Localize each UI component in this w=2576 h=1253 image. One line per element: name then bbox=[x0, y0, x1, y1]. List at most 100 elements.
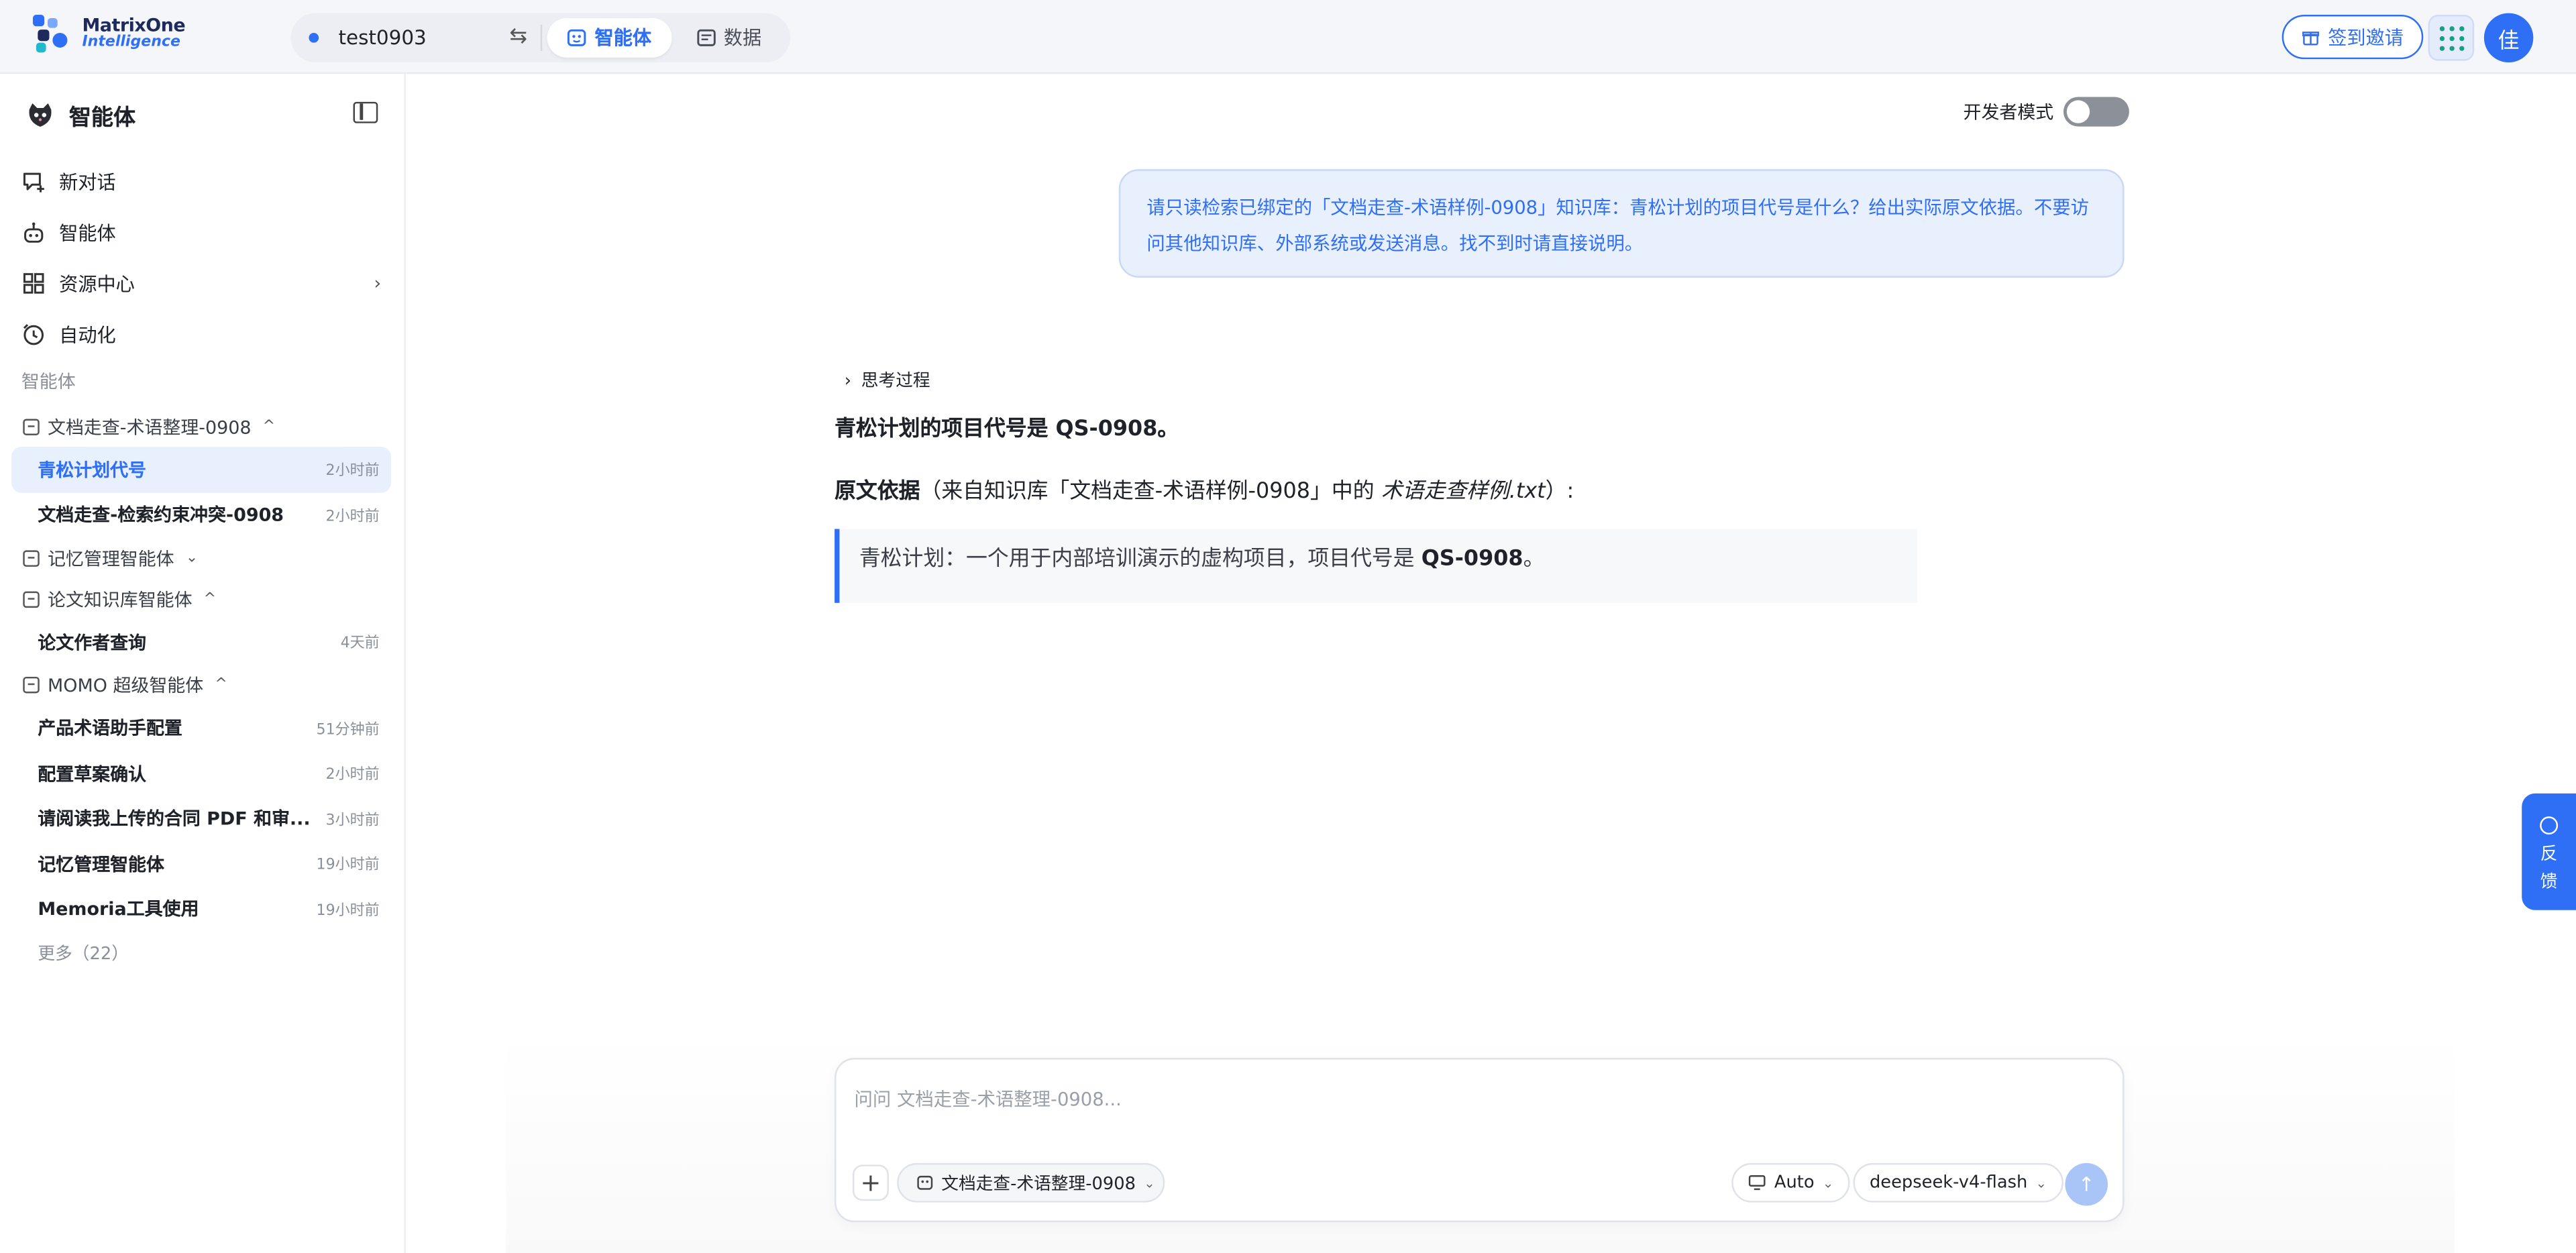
app-canvas: MatrixOne Intelligence test0903 ⇆ 智能体 数据… bbox=[0, 0, 2576, 1253]
list-item[interactable]: 记忆管理智能体 19小时前 bbox=[11, 841, 391, 886]
developer-mode: 开发者模式 bbox=[1963, 97, 2129, 127]
agent-group-label: 论文知识库智能体 bbox=[48, 588, 193, 610]
list-item[interactable]: 配置草案确认 2小时前 bbox=[11, 751, 391, 796]
agent-group-label: 记忆管理智能体 bbox=[48, 547, 174, 569]
chevron-down-icon: ⌄ bbox=[1822, 1175, 1834, 1191]
agent-group-label: 文档走查-术语整理-0908 bbox=[48, 416, 252, 438]
agent-selector[interactable]: 文档走查-术语整理-0908 ⌄ bbox=[897, 1162, 1165, 1203]
developer-mode-toggle[interactable] bbox=[2063, 97, 2129, 127]
tab-data[interactable]: 数据 bbox=[676, 18, 782, 58]
invite-button[interactable]: 签到邀请 bbox=[2282, 15, 2424, 60]
new-chat-icon bbox=[23, 172, 44, 193]
chat-title: 产品术语助手配置 bbox=[38, 718, 182, 740]
model-label: deepseek-v4-flash bbox=[1869, 1173, 2028, 1193]
sidebar-item-label: 新对话 bbox=[59, 170, 116, 193]
sidebar-item-new-chat[interactable]: 新对话 bbox=[21, 156, 391, 207]
chat-time: 19小时前 bbox=[316, 903, 380, 920]
chat-title: Memoria工具使用 bbox=[38, 899, 199, 921]
cat-logo-icon bbox=[25, 99, 56, 131]
chevron-up-icon: ^ bbox=[203, 590, 217, 607]
agent-group-label: MOMO 超级智能体 bbox=[48, 675, 204, 697]
send-button[interactable]: ↑ bbox=[2065, 1162, 2108, 1206]
arrow-up-icon: ↑ bbox=[2078, 1173, 2095, 1196]
clock-icon bbox=[23, 324, 44, 345]
avatar[interactable]: 佳 bbox=[2483, 13, 2534, 63]
mode-selector[interactable]: Auto ⌄ bbox=[1731, 1162, 1850, 1203]
logo-line2: Intelligence bbox=[82, 34, 180, 51]
agent-icon bbox=[567, 29, 586, 46]
chat-time: 2小时前 bbox=[325, 767, 380, 784]
source-file: 术语走查样例.txt bbox=[1381, 480, 1546, 504]
sidebar: 智能体 新对话 智能体 资源中心 › 自动化 智能体 文档走查-术语整理-090… bbox=[0, 74, 406, 1253]
source-text: （来自知识库「文档走查-术语样例-0908」中的 bbox=[920, 480, 1381, 504]
thinking-label: 思考过程 bbox=[861, 371, 930, 391]
sidebar-item-resources[interactable]: 资源中心 › bbox=[21, 258, 391, 309]
chat-time: 4天前 bbox=[340, 636, 380, 653]
thinking-process-toggle[interactable]: › 思考过程 bbox=[845, 368, 930, 393]
chat-title: 论文作者查询 bbox=[38, 632, 146, 654]
workspace-name: test0903 bbox=[338, 26, 427, 50]
add-attachment-button[interactable]: + bbox=[853, 1164, 889, 1201]
list-item[interactable]: 产品术语助手配置 51分钟前 bbox=[11, 706, 391, 751]
sidebar-item-label: 资源中心 bbox=[59, 272, 135, 295]
quote-end: 。 bbox=[1523, 547, 1545, 572]
message-input[interactable]: 问问 文档走查-术语整理-0908... bbox=[854, 1086, 1121, 1112]
workspace-selector[interactable]: test0903 ⇆ bbox=[290, 13, 540, 62]
chat-title: 青松计划代号 bbox=[38, 459, 146, 481]
source-line: 原文依据（来自知识库「文档走查-术语样例-0908」中的 术语走查样例.txt）… bbox=[835, 473, 1574, 504]
sidebar-item-automation[interactable]: 自动化 bbox=[21, 309, 391, 360]
logo-mark-icon bbox=[32, 15, 72, 54]
agent-group[interactable]: 论文知识库智能体 ^ bbox=[11, 578, 391, 619]
agent-icon bbox=[917, 1175, 933, 1190]
list-item[interactable]: 文档走查-检索约束冲突-0908 2小时前 bbox=[11, 492, 391, 537]
chat-time: 2小时前 bbox=[325, 464, 380, 480]
chat-title: 请阅读我上传的合同 PDF 和审... bbox=[38, 808, 311, 830]
answer-title: 青松计划的项目代号是 QS-0908。 bbox=[835, 417, 1179, 442]
user-message: 请只读检索已绑定的「文档走查-术语样例-0908」知识库：青松计划的项目代号是什… bbox=[1118, 169, 2125, 278]
developer-mode-label: 开发者模式 bbox=[1963, 101, 2054, 123]
logo-line1: MatrixOne bbox=[82, 15, 186, 36]
apps-grid-button[interactable] bbox=[2428, 15, 2475, 61]
chevron-right-icon: › bbox=[844, 370, 852, 390]
list-item[interactable]: Memoria工具使用 19小时前 bbox=[11, 886, 391, 931]
source-end: ）: bbox=[1545, 480, 1574, 504]
feedback-icon bbox=[2540, 816, 2559, 835]
list-item[interactable]: 论文作者查询 4天前 bbox=[11, 619, 391, 664]
invite-label: 签到邀请 bbox=[2328, 25, 2404, 49]
swap-icon[interactable]: ⇆ bbox=[509, 25, 527, 50]
collapse-sidebar-icon[interactable] bbox=[353, 101, 378, 123]
tab-agents[interactable]: 智能体 bbox=[547, 17, 672, 58]
sidebar-item-label: 智能体 bbox=[59, 221, 116, 244]
chat-title: 配置草案确认 bbox=[38, 763, 146, 785]
agent-group[interactable]: 文档走查-术语整理-0908 ^ bbox=[11, 406, 391, 447]
chat-time: 51分钟前 bbox=[316, 722, 380, 739]
chevron-down-icon: ⌄ bbox=[2035, 1175, 2047, 1191]
show-more-link[interactable]: 更多（22） bbox=[11, 932, 391, 975]
sidebar-header: 智能体 bbox=[25, 99, 136, 131]
list-item[interactable]: 青松计划代号 2小时前 bbox=[11, 447, 391, 492]
agent-icon bbox=[23, 549, 40, 566]
list-item[interactable]: 请阅读我上传的合同 PDF 和审... 3小时前 bbox=[11, 796, 391, 841]
data-icon bbox=[696, 29, 715, 46]
message-composer[interactable]: 问问 文档走查-术语整理-0908... + 文档走查-术语整理-0908 ⌄ … bbox=[835, 1058, 2125, 1223]
agent-group[interactable]: MOMO 超级智能体 ^ bbox=[11, 665, 391, 706]
grid-icon bbox=[23, 273, 44, 294]
robot-icon bbox=[24, 222, 44, 243]
logo[interactable]: MatrixOne Intelligence bbox=[32, 15, 186, 54]
context-switcher: test0903 ⇆ 智能体 数据 bbox=[290, 13, 790, 63]
source-label: 原文依据 bbox=[835, 480, 920, 504]
feedback-label-2: 馈 bbox=[2540, 872, 2558, 892]
feedback-tab[interactable]: 反 馈 bbox=[2522, 793, 2576, 910]
sidebar-title: 智能体 bbox=[68, 105, 136, 131]
model-selector[interactable]: deepseek-v4-flash ⌄ bbox=[1853, 1162, 2063, 1203]
mode-label: Auto bbox=[1774, 1173, 1815, 1193]
chevron-down-icon: ⌄ bbox=[1144, 1175, 1155, 1191]
quote-code: QS-0908 bbox=[1421, 547, 1523, 572]
agent-group[interactable]: 记忆管理智能体 ⌄ bbox=[11, 537, 391, 578]
tab-data-label: 数据 bbox=[723, 26, 762, 50]
sidebar-item-label: 自动化 bbox=[59, 323, 116, 346]
agent-icon bbox=[23, 418, 40, 435]
chat-time: 19小时前 bbox=[316, 857, 380, 875]
sidebar-item-agents[interactable]: 智能体 bbox=[21, 207, 391, 258]
section-label: 智能体 bbox=[21, 371, 76, 393]
